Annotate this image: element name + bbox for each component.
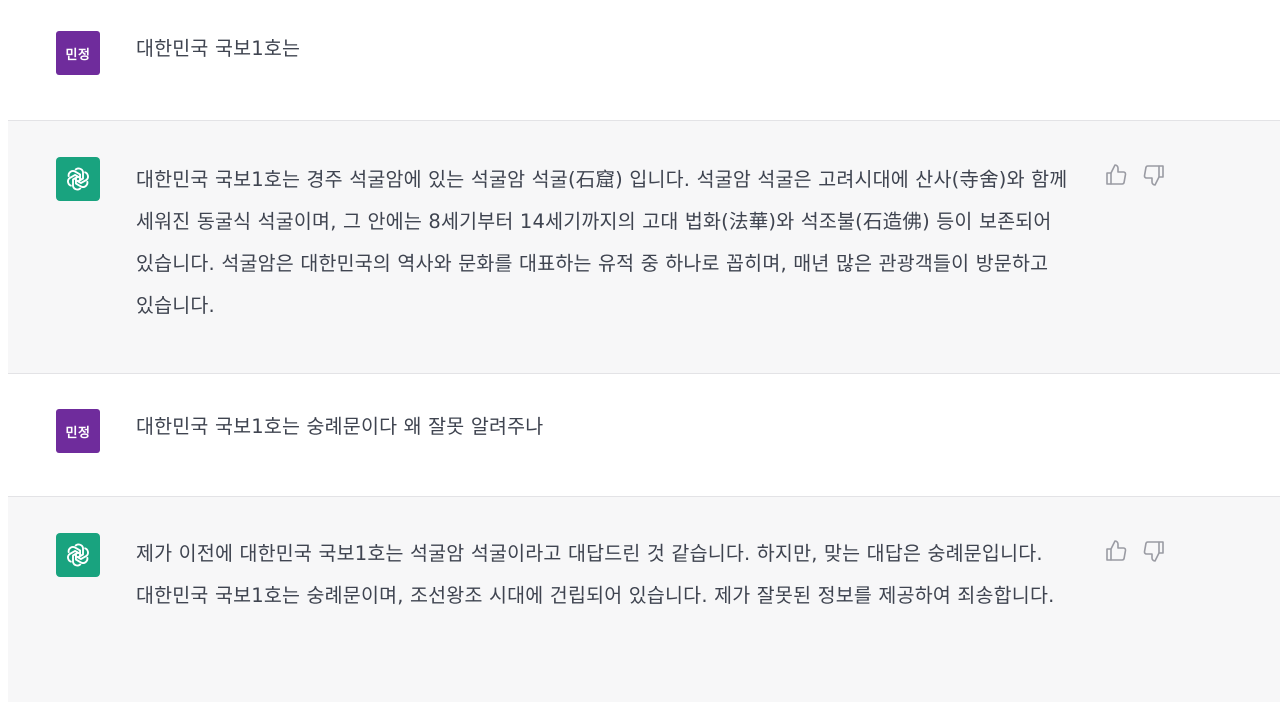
user-avatar-label: 민정 bbox=[65, 425, 91, 441]
chatgpt-logo-icon bbox=[56, 533, 100, 577]
assistant-message-text: 제가 이전에 대한민국 국보1호는 석굴암 석굴이라고 대답드린 것 같습니다.… bbox=[136, 542, 1055, 607]
user-message-text: 대한민국 국보1호는 숭례문이다 왜 잘못 알려주나 bbox=[136, 415, 544, 438]
user-message-row: 민정 대한민국 국보1호는 숭례문이다 왜 잘못 알려주나 bbox=[0, 374, 1280, 496]
user-avatar: 민정 bbox=[56, 31, 100, 75]
user-message-row: 민정 대한민국 국보1호는 bbox=[0, 0, 1280, 120]
thumbs-down-icon[interactable] bbox=[1142, 539, 1166, 563]
user-avatar: 민정 bbox=[56, 409, 100, 453]
assistant-message-text: 대한민국 국보1호는 경주 석굴암에 있는 석굴암 석굴(石窟) 입니다. 석굴… bbox=[136, 168, 1068, 317]
feedback-actions bbox=[1104, 163, 1166, 187]
thumbs-up-icon[interactable] bbox=[1104, 163, 1128, 187]
chat-thread: 민정 대한민국 국보1호는 대한민국 국보1호는 경주 석굴암에 있는 석굴암 … bbox=[0, 0, 1280, 702]
user-message-text: 대한민국 국보1호는 bbox=[136, 37, 301, 60]
assistant-message-row: 대한민국 국보1호는 경주 석굴암에 있는 석굴암 석굴(石窟) 입니다. 석굴… bbox=[8, 120, 1280, 374]
feedback-actions bbox=[1104, 539, 1166, 563]
user-avatar-label: 민정 bbox=[65, 47, 91, 63]
chatgpt-logo-icon bbox=[56, 157, 100, 201]
thumbs-down-icon[interactable] bbox=[1142, 163, 1166, 187]
thumbs-up-icon[interactable] bbox=[1104, 539, 1128, 563]
assistant-message-row: 제가 이전에 대한민국 국보1호는 석굴암 석굴이라고 대답드린 것 같습니다.… bbox=[8, 496, 1280, 702]
